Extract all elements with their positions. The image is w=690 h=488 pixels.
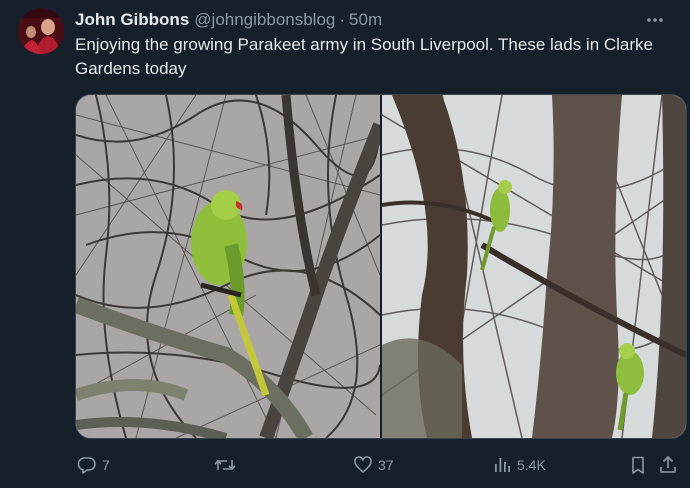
bookmark-button[interactable] <box>628 452 648 478</box>
retweet-button[interactable] <box>214 452 241 478</box>
tweet-media[interactable] <box>75 94 687 439</box>
reply-icon <box>77 455 97 475</box>
analytics-icon <box>492 455 512 475</box>
like-button[interactable]: 37 <box>353 452 394 478</box>
views-button[interactable]: 5.4K <box>492 452 546 478</box>
timestamp[interactable]: 50m <box>349 10 382 30</box>
parakeet-photo-2[interactable] <box>382 95 686 438</box>
parakeet-photo-1[interactable] <box>76 95 380 438</box>
reply-button[interactable]: 7 <box>77 452 110 478</box>
reply-count: 7 <box>102 457 110 473</box>
share-button[interactable] <box>658 452 678 478</box>
share-icon <box>658 455 678 475</box>
view-count: 5.4K <box>517 457 546 473</box>
tweet-header: John Gibbons @johngibbonsblog · 50m <box>75 9 670 31</box>
tweet-actions: 7 37 5.4K <box>75 452 678 478</box>
more-horizontal-icon[interactable] <box>644 11 666 29</box>
bookmark-icon <box>628 455 648 475</box>
heart-icon <box>353 455 373 475</box>
avatar[interactable] <box>18 8 64 54</box>
author-name[interactable]: John Gibbons <box>75 10 189 30</box>
retweet-icon <box>214 455 236 475</box>
separator-dot: · <box>339 10 346 29</box>
tweet[interactable]: John Gibbons @johngibbonsblog · 50m Enjo… <box>0 0 690 488</box>
tweet-text: Enjoying the growing Parakeet army in So… <box>75 35 653 78</box>
like-count: 37 <box>378 457 394 473</box>
author-handle[interactable]: @johngibbonsblog <box>194 10 335 30</box>
